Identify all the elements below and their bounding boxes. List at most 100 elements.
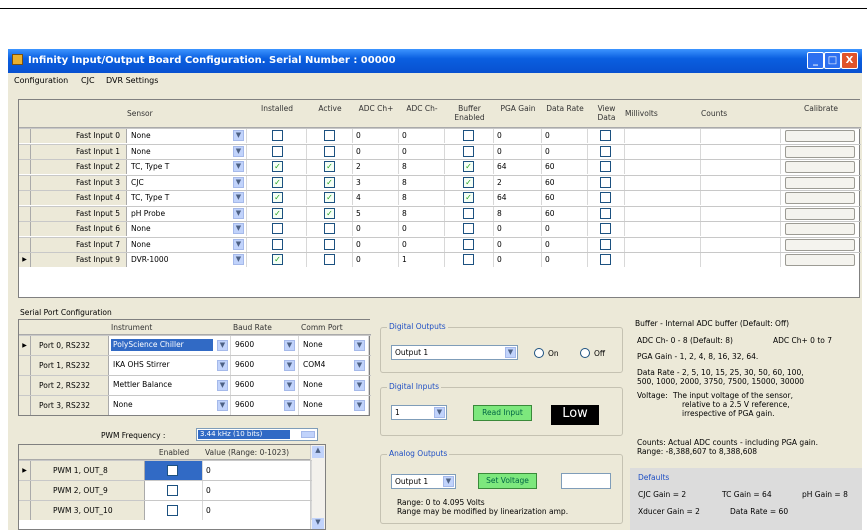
chevron-down-icon[interactable]: ▼ xyxy=(354,340,365,351)
pga-gain-cell[interactable]: 0 xyxy=(494,253,542,267)
chevron-down-icon[interactable]: ▼ xyxy=(233,207,244,219)
buffer-checkbox[interactable] xyxy=(463,238,474,250)
row-header[interactable] xyxy=(19,376,31,395)
view-data-checkbox[interactable] xyxy=(600,223,611,234)
chevron-down-icon[interactable]: ▼ xyxy=(284,340,295,351)
adc-neg-cell[interactable]: 1 xyxy=(399,253,445,267)
adc-pos-cell[interactable]: 0 xyxy=(353,129,399,143)
active-checkbox[interactable]: ✓ xyxy=(324,192,335,203)
off-radio[interactable] xyxy=(580,348,590,358)
buffer-checkbox[interactable] xyxy=(463,130,474,141)
digital-input-select[interactable]: 1 ▼ xyxy=(391,405,447,420)
chevron-down-icon[interactable]: ▼ xyxy=(354,400,365,411)
installed-checkbox[interactable]: ✓ xyxy=(272,176,283,188)
row-header[interactable]: ▶ xyxy=(19,336,31,355)
adc-neg-cell[interactable]: 8 xyxy=(399,191,445,205)
pwm-frequency-select[interactable]: 3.44 kHz (10 bits) xyxy=(196,428,318,441)
view-data-checkbox[interactable] xyxy=(600,145,611,157)
adc-pos-cell[interactable]: 4 xyxy=(353,191,399,205)
pwm-enabled-checkbox[interactable] xyxy=(167,485,178,496)
pwm-value-cell[interactable]: 0 xyxy=(203,481,312,500)
row-header[interactable] xyxy=(19,191,31,205)
chevron-down-icon[interactable]: ▼ xyxy=(233,223,244,234)
adc-neg-cell[interactable]: 0 xyxy=(399,237,445,252)
pwm-enabled-checkbox[interactable] xyxy=(167,505,178,516)
installed-checkbox[interactable]: ✓ xyxy=(272,161,283,172)
sensor-select[interactable]: pH Probe ▼ xyxy=(127,206,247,221)
installed-checkbox[interactable]: ✓ xyxy=(272,192,283,203)
instrument-select[interactable]: Mettler Balance ▼ xyxy=(109,376,231,395)
comm-port-select[interactable]: COM4 ▼ xyxy=(299,356,369,375)
baud-select[interactable]: 9600 ▼ xyxy=(231,396,299,415)
row-header[interactable]: ▶ xyxy=(19,253,31,267)
pga-gain-cell[interactable]: 64 xyxy=(494,160,542,174)
row-header[interactable] xyxy=(19,356,31,375)
pwm-enabled-checkbox[interactable] xyxy=(167,465,178,476)
calibrate-button[interactable] xyxy=(785,207,855,220)
pga-gain-cell[interactable]: 0 xyxy=(494,222,542,236)
sensor-select[interactable]: TC, Type T ▼ xyxy=(127,160,247,174)
adc-neg-cell[interactable]: 8 xyxy=(399,206,445,221)
chevron-down-icon[interactable]: ▼ xyxy=(233,192,244,203)
chevron-down-icon[interactable]: ▼ xyxy=(233,238,244,250)
data-rate-cell[interactable]: 60 xyxy=(542,206,588,221)
installed-checkbox[interactable] xyxy=(272,130,283,141)
baud-select[interactable]: 9600 ▼ xyxy=(231,356,299,375)
pga-gain-cell[interactable]: 0 xyxy=(494,144,542,159)
comm-port-select[interactable]: None ▼ xyxy=(299,336,369,355)
chevron-down-icon[interactable]: ▼ xyxy=(284,380,295,391)
slider-handle[interactable] xyxy=(301,431,315,438)
active-checkbox[interactable] xyxy=(324,145,335,157)
chevron-down-icon[interactable]: ▼ xyxy=(217,400,228,411)
view-data-checkbox[interactable] xyxy=(600,238,611,250)
chevron-down-icon[interactable]: ▼ xyxy=(233,145,244,157)
chevron-down-icon[interactable]: ▼ xyxy=(233,130,244,141)
pwm-value-cell[interactable]: 0 xyxy=(203,501,312,520)
data-rate-cell[interactable]: 0 xyxy=(542,253,588,267)
data-rate-cell[interactable]: 60 xyxy=(542,191,588,205)
active-checkbox[interactable]: ✓ xyxy=(324,161,335,172)
buffer-checkbox[interactable]: ✓ xyxy=(463,161,474,172)
view-data-checkbox[interactable] xyxy=(600,207,611,219)
view-data-checkbox[interactable] xyxy=(600,130,611,141)
chevron-down-icon[interactable]: ▼ xyxy=(233,176,244,188)
buffer-checkbox[interactable]: ✓ xyxy=(463,192,474,203)
data-rate-cell[interactable]: 0 xyxy=(542,144,588,159)
menu-dvr-settings[interactable]: DVR Settings xyxy=(106,76,158,85)
adc-pos-cell[interactable]: 2 xyxy=(353,160,399,174)
chevron-down-icon[interactable]: ▼ xyxy=(434,407,445,418)
view-data-checkbox[interactable] xyxy=(600,192,611,203)
calibrate-button[interactable] xyxy=(785,238,855,251)
read-input-button[interactable]: Read Input xyxy=(473,405,532,421)
sensor-select[interactable]: None ▼ xyxy=(127,237,247,252)
adc-neg-cell[interactable]: 8 xyxy=(399,175,445,190)
close-button[interactable]: X xyxy=(841,52,858,69)
sensor-select[interactable]: None ▼ xyxy=(127,129,247,143)
maximize-button[interactable]: □ xyxy=(824,52,841,69)
chevron-down-icon[interactable]: ▼ xyxy=(233,254,244,265)
active-checkbox[interactable] xyxy=(324,238,335,250)
pga-gain-cell[interactable]: 2 xyxy=(494,175,542,190)
chevron-down-icon[interactable]: ▼ xyxy=(505,347,516,358)
chevron-down-icon[interactable]: ▼ xyxy=(217,360,228,371)
active-checkbox[interactable] xyxy=(324,130,335,141)
view-data-checkbox[interactable] xyxy=(600,176,611,188)
on-radio[interactable] xyxy=(534,348,544,358)
adc-pos-cell[interactable]: 3 xyxy=(353,175,399,190)
pwm-value-cell[interactable]: 0 xyxy=(203,461,312,480)
baud-select[interactable]: 9600 ▼ xyxy=(231,336,299,355)
set-voltage-button[interactable]: Set Voltage xyxy=(478,473,537,489)
chevron-down-icon[interactable]: ▼ xyxy=(443,476,454,487)
sensor-select[interactable]: DVR-1000 ▼ xyxy=(127,253,247,267)
row-header[interactable] xyxy=(19,144,31,159)
adc-pos-cell[interactable]: 0 xyxy=(353,144,399,159)
adc-pos-cell[interactable]: 0 xyxy=(353,222,399,236)
row-header[interactable] xyxy=(19,129,31,143)
adc-neg-cell[interactable]: 0 xyxy=(399,144,445,159)
row-header[interactable] xyxy=(19,206,31,221)
comm-port-select[interactable]: None ▼ xyxy=(299,396,369,415)
chevron-down-icon[interactable]: ▼ xyxy=(217,340,228,351)
pga-gain-cell[interactable]: 64 xyxy=(494,191,542,205)
pga-gain-cell[interactable]: 0 xyxy=(494,237,542,252)
active-checkbox[interactable]: ✓ xyxy=(324,176,335,188)
